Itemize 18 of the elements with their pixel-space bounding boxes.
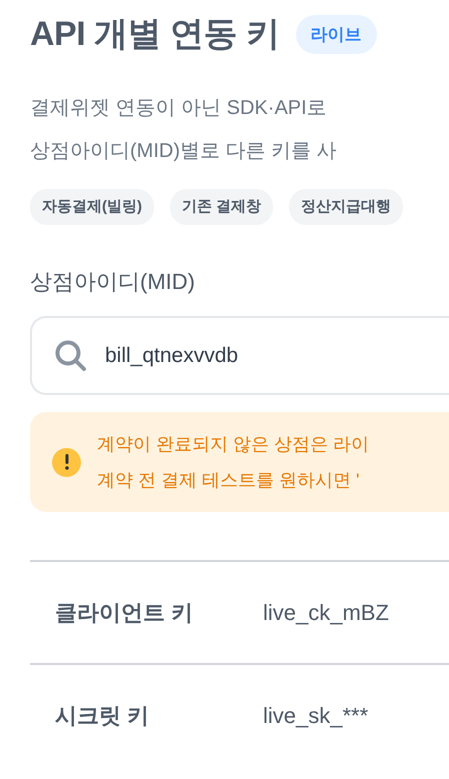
page-title: API 개별 연동 키 [30, 14, 280, 55]
field-label: 상점아이디(MID) [30, 268, 196, 296]
notice-text: 계약 전 결제 테스트를 원하시면 ' [97, 469, 360, 492]
warning-icon [52, 448, 81, 477]
live-badge: 라이브 [296, 14, 377, 54]
tag: 정산지급대행 [289, 188, 404, 226]
key-label: 시크릿 키 [54, 702, 150, 730]
notice-text: 계약이 완료되지 않은 상점은 라이 [97, 433, 370, 456]
tag: 자동결제(빌링) [30, 188, 154, 226]
key-label: 클라이언트 키 [54, 599, 194, 628]
key-value: live_ck_mBZ [263, 599, 389, 628]
description-line: 결제위젯 연동이 아닌 SDK·API로 [30, 96, 328, 121]
tag: 기존 결제창 [170, 188, 274, 226]
key-value: live_sk_*** [263, 702, 368, 730]
search-field[interactable]: bill_qtnexvvdb [30, 316, 449, 396]
description-line: 상점아이디(MID)별로 다른 키를 사 [30, 138, 338, 164]
search-input[interactable]: bill_qtnexvvdb [103, 339, 449, 373]
search-icon [54, 339, 87, 372]
